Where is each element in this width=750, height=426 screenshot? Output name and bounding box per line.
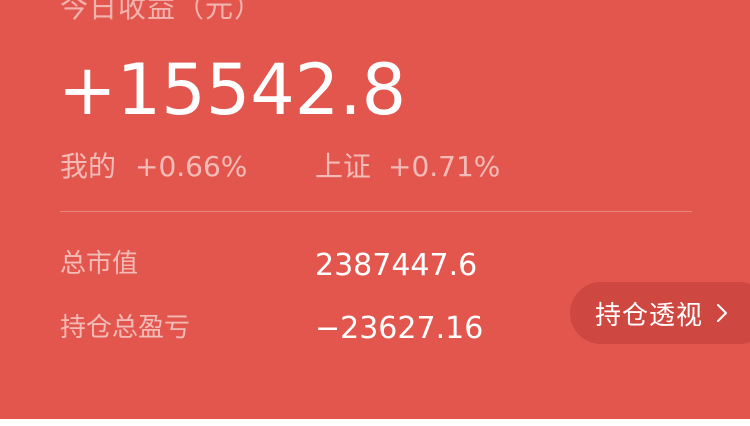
holdings-analysis-label: 持仓透视 (595, 300, 704, 331)
my-return-value: +0.66% (135, 150, 248, 183)
today-earnings-value: +15542.8 (58, 49, 407, 131)
chevron-right-icon (717, 304, 728, 322)
today-earnings-label: 今日收益（元） (60, 0, 264, 24)
divider (60, 211, 692, 212)
holdings-analysis-button[interactable]: 持仓透视 (570, 282, 750, 344)
holding-pnl-value: −23627.16 (315, 311, 484, 346)
total-market-value-label: 总市值 (60, 249, 139, 279)
shanghai-index-value: +0.71% (388, 150, 501, 183)
my-return-label: 我的 (60, 150, 117, 183)
card-bottom-edge (0, 419, 750, 426)
total-market-value: 2387447.6 (315, 248, 478, 283)
earnings-card: 今日收益（元） +15542.8 我的 +0.66% 上证 +0.71% 总市值… (0, 0, 750, 419)
shanghai-index-label: 上证 (315, 150, 372, 183)
holding-pnl-label: 持仓总盈亏 (60, 313, 191, 343)
